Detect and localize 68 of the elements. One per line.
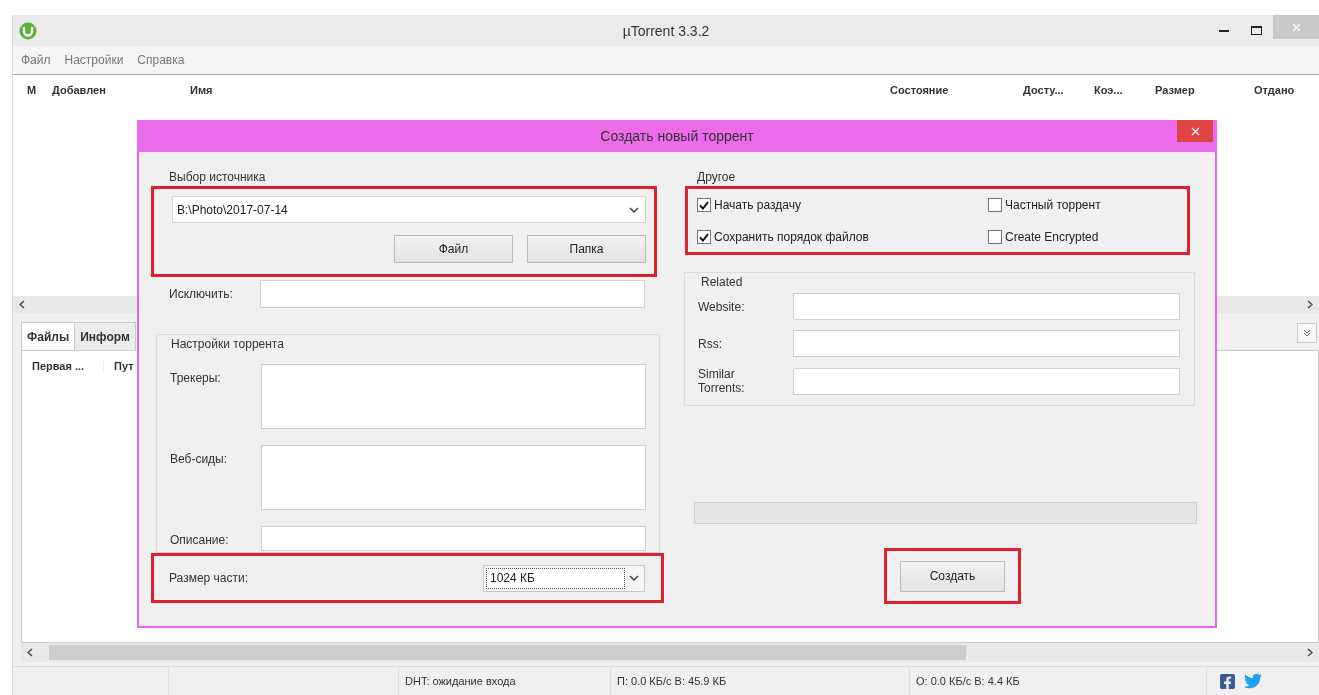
chevron-down-icon: [629, 206, 639, 213]
column-header[interactable]: Размер: [1149, 84, 1248, 96]
input-field[interactable]: [793, 367, 1180, 395]
scroll-left-icon[interactable]: [19, 300, 25, 309]
column-header[interactable]: Добавлен: [46, 84, 184, 96]
checkbox[interactable]: [697, 198, 711, 212]
app-logo-icon: [19, 21, 37, 40]
close-icon: [1190, 126, 1200, 136]
group-label: Другое: [696, 170, 736, 186]
status-text: DHT: ожидание входа: [405, 675, 516, 687]
column-header[interactable]: Отдано: [1248, 84, 1318, 96]
field-label: Website:: [698, 299, 746, 314]
text-area[interactable]: [261, 445, 646, 510]
menu-item[interactable]: Настройки: [64, 53, 124, 67]
tab[interactable]: Информ: [74, 322, 136, 350]
column-header[interactable]: Коэ...: [1088, 84, 1149, 96]
scroll-right-icon[interactable]: [1307, 648, 1313, 657]
status-text: О: 0.0 КБ/с В: 4.4 КБ: [916, 675, 1020, 687]
chevron-down-icon: [629, 575, 639, 581]
field-label: Размер части:: [169, 571, 250, 585]
exclude-field[interactable]: [260, 280, 645, 308]
checkbox-label: Сохранить порядок файлов: [714, 230, 869, 244]
field-label: Описание:: [170, 532, 230, 547]
input-field[interactable]: [261, 526, 646, 551]
window-title: µTorrent 3.3.2: [622, 22, 710, 39]
column-header[interactable]: Первая ...: [22, 360, 104, 372]
close-button[interactable]: [1177, 120, 1213, 142]
scrollbar-thumb[interactable]: [49, 645, 966, 660]
column-header[interactable]: Состояние: [884, 84, 1017, 96]
menu-item[interactable]: Файл: [21, 53, 51, 67]
piece-size-dropdown[interactable]: 1024 КБ: [483, 564, 645, 592]
column-header[interactable]: Имя: [184, 84, 884, 96]
text-area[interactable]: [261, 364, 646, 429]
group-label: Выбор источника: [168, 170, 266, 186]
column-header[interactable]: М: [13, 84, 46, 96]
maximize-icon: [1251, 26, 1262, 35]
checkbox[interactable]: [988, 198, 1002, 212]
checkbox-label: Частный торрент: [1005, 198, 1101, 212]
facebook-icon[interactable]: [1219, 672, 1236, 690]
field-label: Исключить:: [169, 286, 234, 301]
dialog-title: Создать новый торрент: [600, 128, 754, 144]
field-label: Веб-сиды:: [170, 451, 229, 466]
field-label: Трекеры:: [170, 370, 222, 385]
create-button[interactable]: Создать: [900, 560, 1005, 592]
field-label: Similar Torrents:: [698, 367, 746, 395]
double-chevron-icon: [1303, 329, 1311, 337]
bird-icon[interactable]: [1244, 672, 1262, 690]
panel-toggle-button[interactable]: [1297, 323, 1317, 343]
group-label: Related: [700, 275, 743, 291]
checkbox[interactable]: [988, 230, 1002, 244]
source-path-dropdown[interactable]: B:\Photo\2017-07-14: [172, 196, 646, 223]
group-label: Настройки торрента: [170, 337, 284, 353]
checkbox[interactable]: [697, 230, 711, 244]
scroll-left-icon[interactable]: [27, 648, 33, 657]
checkbox-label: Create Encrypted: [1005, 230, 1099, 244]
browse-button[interactable]: Папка: [527, 235, 646, 263]
browse-button[interactable]: Файл: [394, 235, 513, 263]
status-text: П: 0.0 КБ/с В: 45.9 КБ: [617, 675, 727, 687]
column-header[interactable]: Досту...: [1017, 84, 1088, 96]
tab[interactable]: Файлы: [21, 322, 76, 350]
close-icon: [1291, 22, 1301, 32]
menu-item[interactable]: Справка: [137, 53, 185, 67]
minimize-icon: [1218, 29, 1229, 32]
input-field[interactable]: [793, 330, 1180, 357]
checkbox-label: Начать раздачу: [714, 198, 801, 212]
field-label: Rss:: [698, 336, 723, 351]
input-field[interactable]: [793, 293, 1180, 320]
scroll-right-icon[interactable]: [1307, 300, 1313, 309]
